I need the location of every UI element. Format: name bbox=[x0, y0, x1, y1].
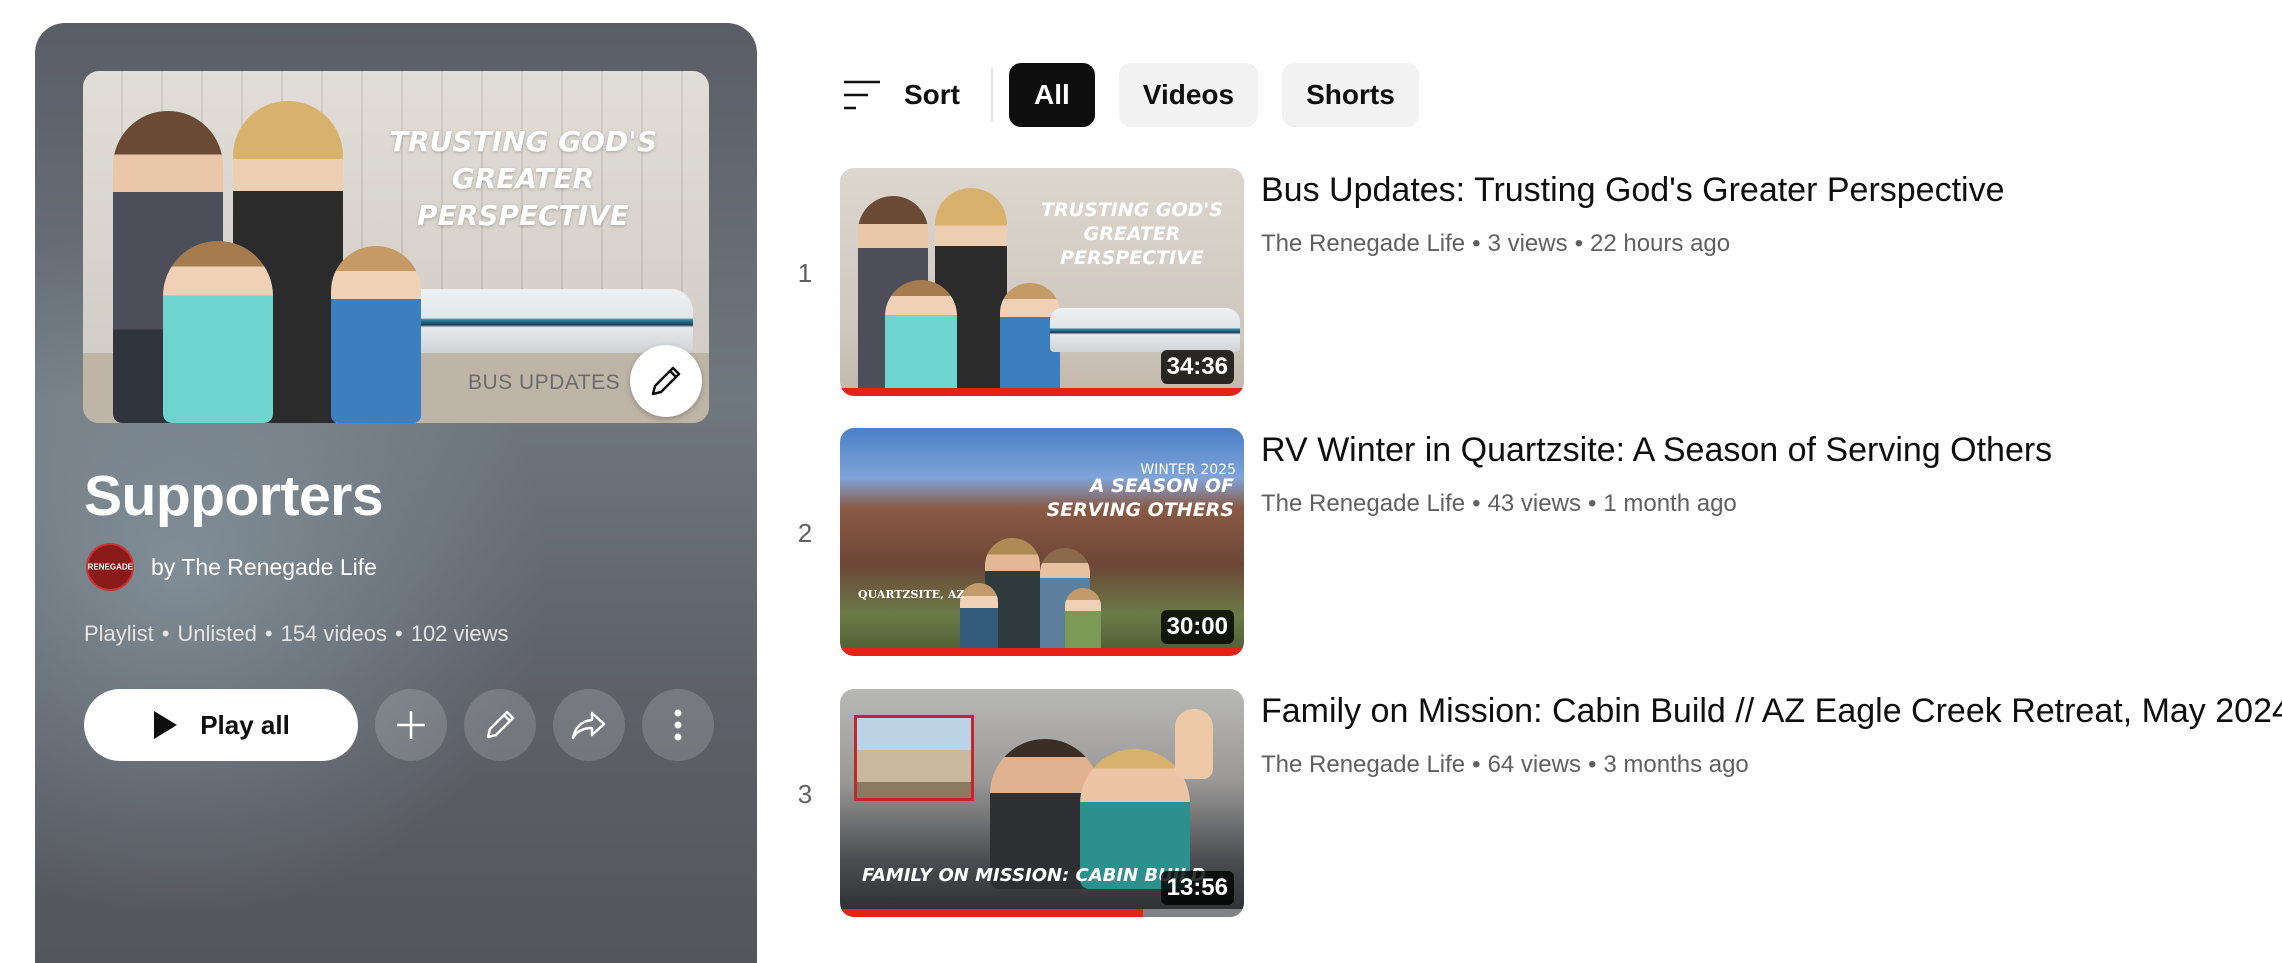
video-title[interactable]: RV Winter in Quartzsite: A Season of Ser… bbox=[1261, 428, 2052, 472]
chip-all[interactable]: All bbox=[1009, 63, 1095, 127]
raised-hand bbox=[1175, 709, 1213, 779]
meta-view-count: 102 views bbox=[410, 621, 509, 646]
thumbnail-location-text: QUARTZSITE, AZ bbox=[858, 588, 965, 601]
person-figure bbox=[885, 280, 957, 396]
plus-icon bbox=[397, 711, 425, 739]
view-count: 3 views bbox=[1487, 230, 1568, 257]
video-thumbnail[interactable]: FAMILY ON MISSION: CABIN BUILD 13:56 bbox=[840, 689, 1244, 917]
avatar[interactable]: RENEGADE bbox=[86, 543, 134, 591]
chip-videos[interactable]: Videos bbox=[1118, 63, 1259, 127]
more-options-button[interactable] bbox=[642, 689, 714, 761]
edit-thumbnail-button[interactable] bbox=[630, 345, 702, 417]
thumbnail-overlay-text: A SEASON OF SERVING OTHERS bbox=[1046, 475, 1235, 521]
avatar-text: RENEGADE bbox=[87, 562, 133, 572]
playlist-thumbnail[interactable]: TRUSTING GOD'S GREATER PERSPECTIVE BUS U… bbox=[83, 71, 709, 423]
channel-name[interactable]: The Renegade Life bbox=[1261, 230, 1465, 257]
video-meta: The Renegade Life • 3 views • 22 hours ago bbox=[1261, 230, 1731, 257]
view-count: 43 views bbox=[1487, 490, 1581, 517]
video-duration: 34:36 bbox=[1160, 350, 1234, 384]
meta-type: Playlist bbox=[84, 621, 154, 646]
person-figure bbox=[163, 241, 273, 423]
pencil-icon bbox=[486, 710, 515, 739]
play-icon bbox=[154, 711, 178, 739]
person-figure bbox=[331, 246, 421, 423]
video-duration: 30:00 bbox=[1160, 610, 1234, 644]
thumbnail-overlay-text: TRUSTING GOD'S GREATER PERSPECTIVE bbox=[1041, 199, 1223, 269]
share-icon bbox=[571, 711, 606, 740]
view-count: 64 views bbox=[1487, 751, 1581, 778]
playlist-title: Supporters bbox=[84, 464, 384, 528]
video-index: 3 bbox=[797, 779, 813, 809]
playlist-header-panel: TRUSTING GOD'S GREATER PERSPECTIVE BUS U… bbox=[35, 23, 757, 963]
video-thumbnail[interactable]: TRUSTING GOD'S GREATER PERSPECTIVE 34:36 bbox=[840, 168, 1244, 396]
owner-name[interactable]: by The Renegade Life bbox=[151, 554, 377, 581]
sort-label: Sort bbox=[904, 79, 960, 110]
video-index: 1 bbox=[797, 258, 813, 288]
pencil-icon bbox=[651, 366, 681, 396]
playlist-owner[interactable]: RENEGADE by The Renegade Life bbox=[86, 543, 377, 591]
share-button[interactable] bbox=[553, 689, 625, 761]
meta-video-count: 154 videos bbox=[280, 621, 387, 646]
sort-button[interactable]: Sort bbox=[842, 79, 960, 111]
thumbnail-title-text: TRUSTING GOD'S GREATER PERSPECTIVE bbox=[388, 125, 657, 232]
meta-visibility: Unlisted bbox=[177, 621, 257, 646]
more-vert-icon bbox=[674, 709, 682, 741]
playlist-video-row[interactable]: 3 FAMILY ON MISSION: CABIN BUILD 13:56 F… bbox=[790, 689, 2282, 919]
video-meta: The Renegade Life • 64 views • 3 months ago bbox=[1261, 751, 1749, 778]
bus-image bbox=[1050, 308, 1240, 352]
play-all-button[interactable]: Play all bbox=[84, 689, 358, 761]
play-all-label: Play all bbox=[200, 709, 290, 740]
watch-progress-bar bbox=[840, 648, 1244, 656]
video-title[interactable]: Family on Mission: Cabin Build // AZ Eag… bbox=[1261, 689, 2282, 733]
video-title[interactable]: Bus Updates: Trusting God's Greater Pers… bbox=[1261, 168, 2005, 212]
playlist-actions: Play all bbox=[84, 689, 714, 761]
watch-progress-bar bbox=[840, 388, 1244, 396]
upload-age: 1 month ago bbox=[1603, 490, 1737, 517]
upload-age: 3 months ago bbox=[1603, 751, 1749, 778]
video-index: 2 bbox=[797, 518, 813, 548]
video-thumbnail[interactable]: WINTER 2025 A SEASON OF SERVING OTHERS Q… bbox=[840, 428, 1244, 656]
channel-name[interactable]: The Renegade Life bbox=[1261, 751, 1465, 778]
chip-shorts[interactable]: Shorts bbox=[1282, 63, 1419, 127]
watch-progress-bar bbox=[840, 909, 1143, 917]
bus-image bbox=[393, 289, 693, 353]
video-meta: The Renegade Life • 43 views • 1 month ago bbox=[1261, 490, 1737, 517]
person-figure bbox=[960, 583, 998, 656]
thumbnail-overlay-text: FAMILY ON MISSION: CABIN BUILD bbox=[862, 865, 1206, 886]
upload-age: 22 hours ago bbox=[1590, 230, 1731, 257]
channel-name[interactable]: The Renegade Life bbox=[1261, 490, 1465, 517]
edit-playlist-button[interactable] bbox=[464, 689, 536, 761]
playlist-meta: Playlist • Unlisted • 154 videos • 102 views bbox=[84, 621, 509, 646]
playlist-video-row[interactable]: 2 WINTER 2025 A SEASON OF SERVING OTHERS… bbox=[790, 428, 2270, 658]
thumbnail-subtitle-text: BUS UPDATES bbox=[468, 371, 621, 394]
playlist-video-row[interactable]: 1 TRUSTING GOD'S GREATER PERSPECTIVE 34:… bbox=[790, 168, 2270, 398]
inset-photo bbox=[854, 715, 974, 801]
filter-bar: Sort All Videos Shorts bbox=[842, 62, 1443, 128]
video-duration: 13:56 bbox=[1160, 871, 1234, 905]
person-figure bbox=[1065, 588, 1101, 656]
sort-icon bbox=[844, 80, 880, 110]
add-to-playlist-button[interactable] bbox=[375, 689, 447, 761]
filter-divider bbox=[991, 68, 993, 122]
